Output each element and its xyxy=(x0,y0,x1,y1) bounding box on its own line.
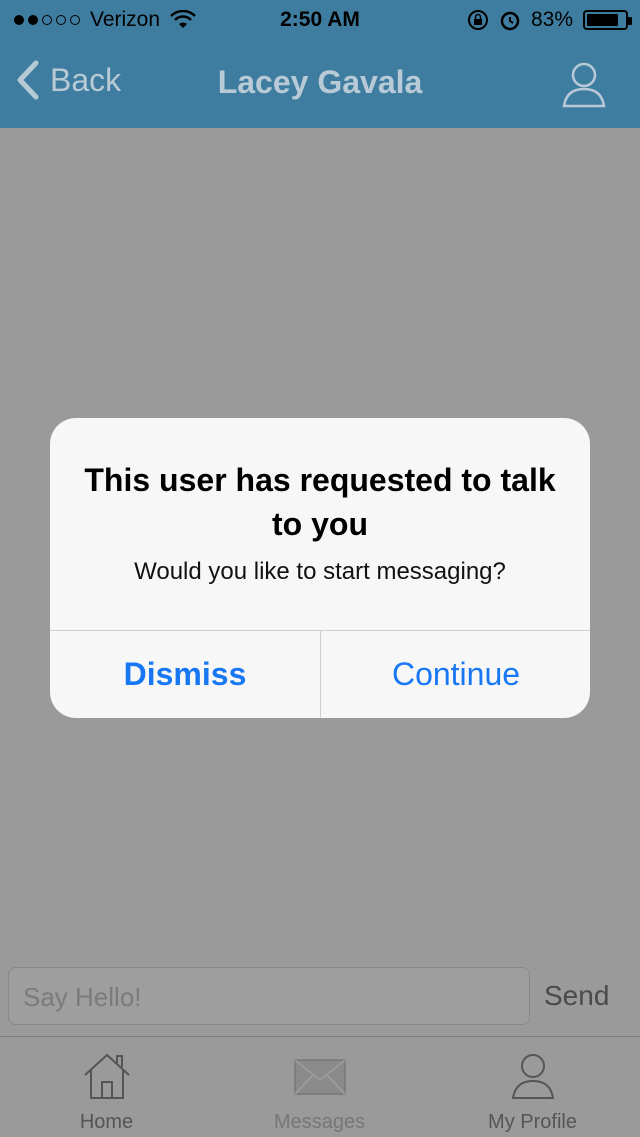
tab-messages[interactable]: Messages xyxy=(213,1037,426,1137)
tab-my-profile-label: My Profile xyxy=(488,1111,577,1133)
battery-icon xyxy=(583,10,632,30)
envelope-icon xyxy=(293,1059,346,1095)
battery-percent: 83% xyxy=(530,8,573,31)
page-title: Lacey Gavala xyxy=(217,64,423,100)
alert-message: Would you like to start messaging? xyxy=(134,558,506,585)
dismiss-button[interactable]: Dismiss xyxy=(50,630,320,718)
tab-my-profile[interactable]: My Profile xyxy=(426,1037,639,1137)
person-icon[interactable] xyxy=(562,60,606,108)
top-bar: Verizon 2:50 AM 83% Back Lacey Gavala xyxy=(0,0,640,128)
status-right: 83% xyxy=(467,8,632,32)
navigation-bar: Back Lacey Gavala xyxy=(0,40,640,128)
tab-messages-label: Messages xyxy=(273,1111,366,1133)
send-button[interactable]: Send xyxy=(544,980,609,1012)
chat-request-alert: This user has requested to talk to you W… xyxy=(50,418,590,718)
continue-button[interactable]: Continue xyxy=(321,630,590,718)
alarm-icon xyxy=(500,11,520,31)
home-icon xyxy=(83,1053,130,1099)
message-input[interactable]: Say Hello! xyxy=(8,967,530,1025)
person-icon xyxy=(511,1054,554,1099)
status-bar: Verizon 2:50 AM 83% xyxy=(0,0,640,40)
alert-title: This user has requested to talk to you xyxy=(84,462,556,542)
rotation-lock-icon xyxy=(467,10,488,30)
message-composer: Say Hello! Send xyxy=(0,958,640,1036)
tab-home-label: Home xyxy=(79,1111,134,1133)
tab-bar: Home Messages My Profile xyxy=(0,1036,640,1137)
tab-home[interactable]: Home xyxy=(0,1037,213,1137)
